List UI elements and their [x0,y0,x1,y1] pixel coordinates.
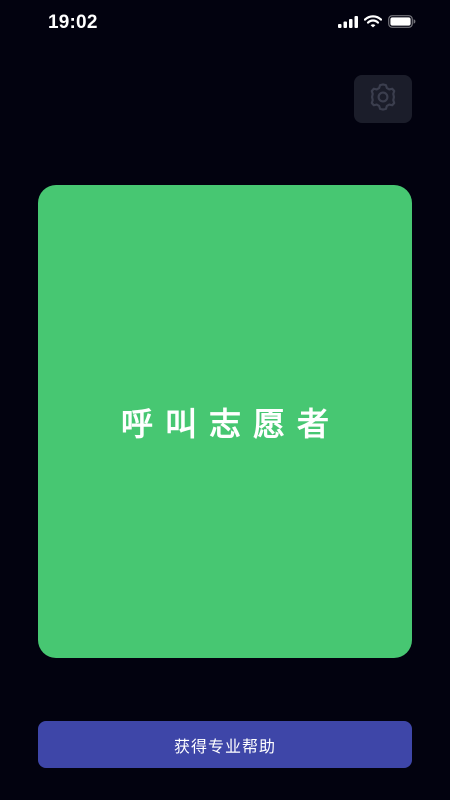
call-volunteer-label: 呼叫志愿者 [120,404,341,443]
settings-button[interactable] [354,75,412,123]
get-professional-help-button[interactable]: 获得专业帮助 [38,721,412,768]
battery-icon [388,13,416,32]
get-professional-help-label: 获得专业帮助 [173,736,276,756]
signal-icon [338,13,358,32]
status-icons [338,13,416,32]
status-time: 19:02 [48,12,98,33]
wifi-icon [363,13,383,32]
status-bar: 19:02 [0,0,450,44]
gear-icon [367,81,399,117]
call-volunteer-button[interactable]: 呼叫志愿者 [38,185,412,658]
